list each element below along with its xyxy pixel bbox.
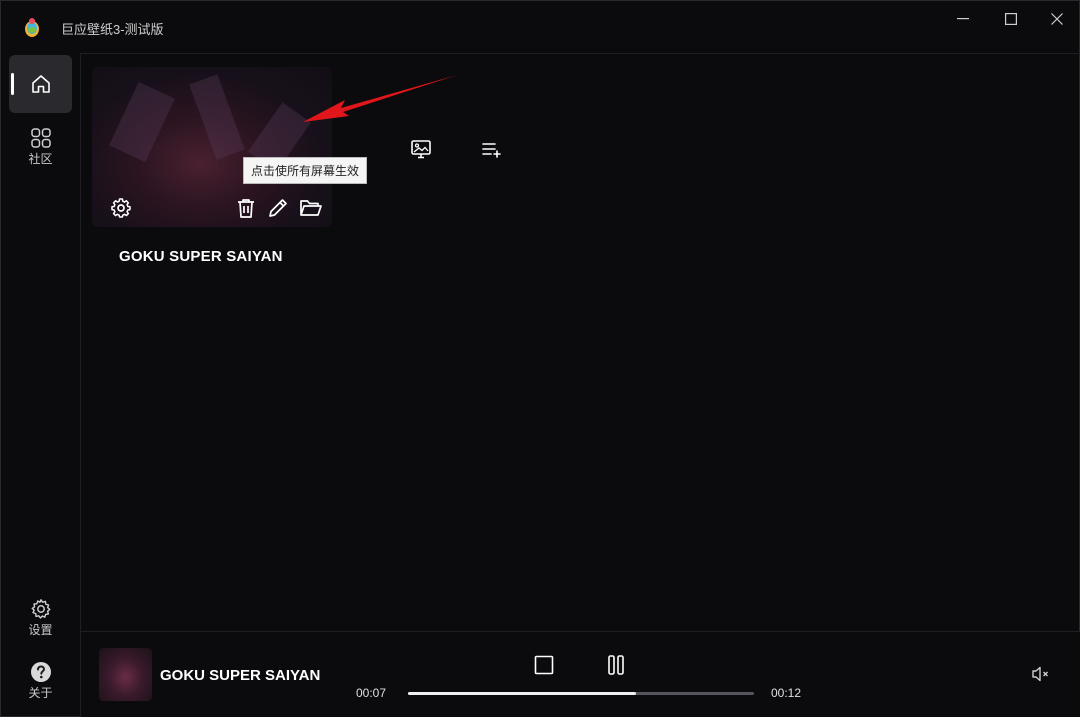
gear-icon: [111, 198, 131, 218]
sidebar-item-about[interactable]: 关于: [9, 661, 72, 701]
help-icon: [30, 662, 51, 682]
annotation-arrow: [303, 75, 457, 122]
sidebar-item-about-label: 关于: [28, 686, 53, 700]
app-logo-icon: [21, 16, 43, 38]
wallpaper-title: GOKU SUPER SAIYAN: [119, 248, 283, 265]
title-bar: 巨应壁纸3-测试版: [1, 1, 1080, 53]
sidebar-item-community[interactable]: 社区: [9, 127, 72, 167]
edit-button[interactable]: [267, 197, 291, 221]
app-window: 巨应壁纸3-测试版 社区 设置 关于 GOKU SUPER SAIYAN 点击使…: [0, 0, 1080, 717]
stop-icon: [534, 655, 554, 675]
tooltip: 点击使所有屏幕生效: [243, 157, 368, 184]
progress-fill: [408, 692, 637, 695]
pause-icon: [608, 655, 624, 675]
apply-all-screens-button[interactable]: [410, 138, 434, 162]
sidebar-item-home[interactable]: [9, 55, 72, 113]
current-time: 00:07: [356, 686, 387, 700]
player-bar: GOKU SUPER SAIYAN 00:07 00:12: [81, 631, 1080, 717]
sidebar-item-settings[interactable]: 设置: [9, 598, 72, 638]
volume-muted-icon: [1032, 666, 1048, 682]
playlist-add-icon: [482, 143, 501, 158]
add-to-playlist-button[interactable]: [481, 138, 505, 162]
close-button[interactable]: [1037, 7, 1077, 31]
wallpaper-card[interactable]: [92, 67, 332, 227]
open-folder-button[interactable]: [299, 197, 323, 221]
card-action-bar: [92, 197, 332, 227]
sidebar: 社区 设置 关于: [1, 53, 81, 717]
main-content: GOKU SUPER SAIYAN 点击使所有屏幕生效: [81, 53, 1080, 631]
card-artwork: [189, 74, 245, 160]
total-time: 00:12: [771, 686, 802, 700]
monitor-image-icon: [411, 140, 431, 159]
stop-button[interactable]: [533, 654, 557, 678]
sidebar-item-community-label: 社区: [28, 152, 53, 166]
pencil-icon: [269, 199, 287, 217]
active-indicator: [11, 73, 14, 95]
maximize-button[interactable]: [991, 7, 1031, 31]
delete-button[interactable]: [235, 197, 259, 221]
trash-icon: [238, 199, 254, 218]
home-icon: [32, 75, 50, 93]
progress-slider[interactable]: [408, 692, 754, 695]
now-playing-thumbnail[interactable]: [99, 648, 152, 701]
app-title: 巨应壁纸3-测试版: [61, 22, 164, 37]
minimize-button[interactable]: [943, 7, 983, 31]
gear-icon: [31, 599, 50, 619]
wallpaper-settings-button[interactable]: [110, 197, 134, 221]
mute-button[interactable]: [1031, 664, 1051, 684]
sidebar-item-settings-label: 设置: [28, 623, 53, 637]
now-playing-title: GOKU SUPER SAIYAN: [160, 667, 321, 684]
folder-open-icon: [300, 200, 322, 216]
grid-icon: [30, 128, 51, 148]
card-artwork: [109, 81, 175, 163]
pause-button[interactable]: [605, 654, 629, 678]
